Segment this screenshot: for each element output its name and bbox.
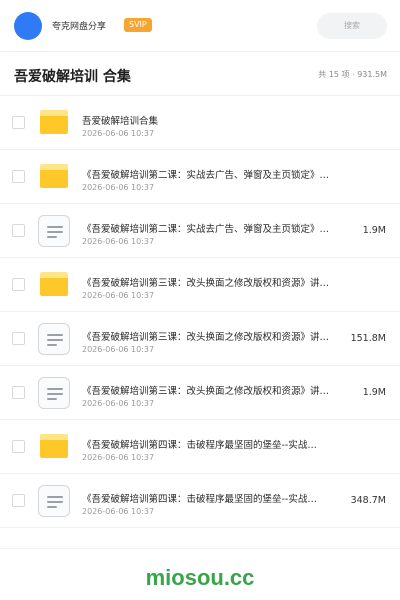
- collection-summary: 共 15 项 · 931.5M: [318, 70, 387, 79]
- row-checkbox[interactable]: [12, 440, 25, 453]
- row-checkbox[interactable]: [12, 170, 25, 183]
- file-date: 2026-06-06 10:37: [82, 399, 155, 408]
- folder-icon: [40, 110, 68, 134]
- file-row[interactable]: 《吾爱破解培训第四课：击破程序最坚固的堡垒--实战… 2026-06-06 10:…: [0, 420, 400, 474]
- row-checkbox[interactable]: [12, 386, 25, 399]
- file-size: 1.9M: [360, 387, 386, 398]
- search-input[interactable]: 搜索: [317, 13, 387, 39]
- file-name[interactable]: 吾爱破解培训合集: [82, 113, 372, 127]
- page-title: 吾爱破解培训 合集: [14, 69, 131, 85]
- row-checkbox[interactable]: [12, 332, 25, 345]
- file-row[interactable]: 吾爱破解培训合集 2026-06-06 10:37: [0, 96, 400, 150]
- row-checkbox[interactable]: [12, 116, 25, 129]
- document-icon: [38, 215, 70, 247]
- file-date: 2026-06-06 10:37: [82, 507, 155, 516]
- file-name[interactable]: 《吾爱破解培训第二课：实战去广告、弹窗及主页锁定》…: [82, 167, 372, 181]
- folder-icon: [40, 272, 68, 296]
- folder-icon: [40, 164, 68, 188]
- watermark-text: miosou.cc: [145, 565, 255, 590]
- file-row[interactable]: 《吾爱破解培训第三课：改头换面之修改版权和资源》讲… 2026-06-06 10:…: [0, 258, 400, 312]
- file-row[interactable]: 《吾爱破解培训第二课：实战去广告、弹窗及主页锁定》… 2026-06-06 10:…: [0, 204, 400, 258]
- file-date: 2026-06-06 10:37: [82, 291, 155, 300]
- file-row[interactable]: 《吾爱破解培训第三课：改头换面之修改版权和资源》讲… 2026-06-06 10:…: [0, 366, 400, 420]
- app-header: 夸克网盘分享 SVIP 搜索: [0, 0, 400, 52]
- file-name[interactable]: 《吾爱破解培训第三课：改头换面之修改版权和资源》讲…: [82, 275, 372, 289]
- file-name[interactable]: 《吾爱破解培训第三课：改头换面之修改版权和资源》讲…: [82, 383, 362, 397]
- collection-header: 吾爱破解培训 合集 共 15 项 · 931.5M: [0, 52, 400, 96]
- file-date: 2026-06-06 10:37: [82, 345, 155, 354]
- file-row[interactable]: 《吾爱破解培训第四课：击破程序最坚固的堡垒--实战… 2026-06-06 10:…: [0, 474, 400, 528]
- document-icon: [38, 377, 70, 409]
- file-name[interactable]: 《吾爱破解培训第四课：击破程序最坚固的堡垒--实战…: [82, 437, 372, 451]
- file-size: 348.7M: [348, 495, 386, 506]
- row-checkbox[interactable]: [12, 494, 25, 507]
- file-size: 151.8M: [348, 333, 386, 344]
- file-list: 吾爱破解培训合集 2026-06-06 10:37 《吾爱破解培训第二课：实战去广告…: [0, 96, 400, 528]
- file-size: 1.9M: [360, 225, 386, 236]
- file-date: 2026-06-06 10:37: [82, 183, 155, 192]
- document-icon: [38, 323, 70, 355]
- file-date: 2026-06-06 10:37: [82, 129, 155, 138]
- document-icon: [38, 485, 70, 517]
- file-row[interactable]: 《吾爱破解培训第二课：实战去广告、弹窗及主页锁定》… 2026-06-06 10:…: [0, 150, 400, 204]
- folder-icon: [40, 434, 68, 458]
- file-row[interactable]: 《吾爱破解培训第三课：改头换面之修改版权和资源》讲… 2026-06-06 10:…: [0, 312, 400, 366]
- svip-badge: SVIP: [124, 18, 152, 32]
- file-date: 2026-06-06 10:37: [82, 237, 155, 246]
- row-checkbox[interactable]: [12, 278, 25, 291]
- file-date: 2026-06-06 10:37: [82, 453, 155, 462]
- row-checkbox[interactable]: [12, 224, 25, 237]
- avatar[interactable]: [14, 12, 42, 40]
- share-name: 夸克网盘分享: [52, 22, 107, 32]
- footer: miosou.cc: [0, 548, 400, 600]
- file-name[interactable]: 《吾爱破解培训第四课：击破程序最坚固的堡垒--实战…: [82, 491, 362, 505]
- file-name[interactable]: 《吾爱破解培训第三课：改头换面之修改版权和资源》讲…: [82, 329, 362, 343]
- file-name[interactable]: 《吾爱破解培训第二课：实战去广告、弹窗及主页锁定》…: [82, 221, 362, 235]
